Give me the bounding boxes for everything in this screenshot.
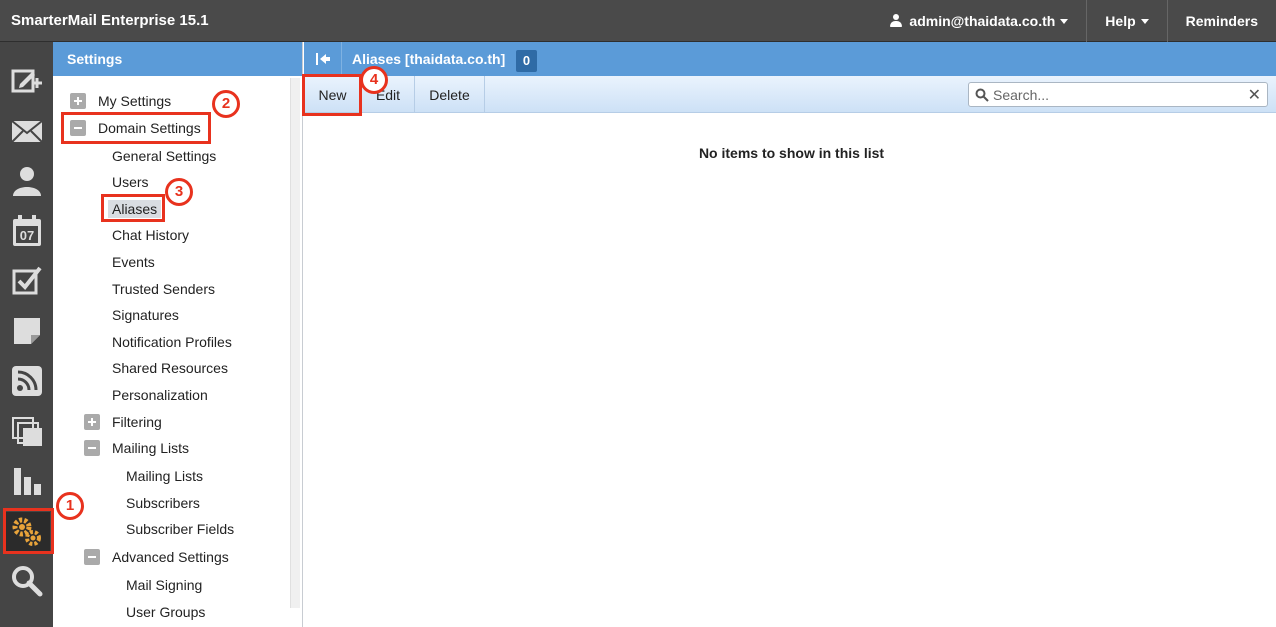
tasks-icon[interactable] bbox=[8, 262, 45, 299]
chevron-down-icon bbox=[1140, 18, 1149, 24]
help-label: Help bbox=[1105, 13, 1136, 29]
reports-icon[interactable] bbox=[8, 462, 45, 499]
collapse-icon[interactable] bbox=[84, 440, 100, 456]
tree-item-signatures[interactable]: Signatures bbox=[112, 307, 179, 323]
highlight-settings bbox=[3, 508, 54, 554]
mail-icon[interactable] bbox=[8, 112, 45, 149]
tree-item-my-settings[interactable]: My Settings bbox=[98, 93, 171, 109]
delete-button[interactable]: Delete bbox=[415, 76, 485, 113]
compose-icon[interactable] bbox=[8, 62, 45, 99]
page-title: Aliases [thaidata.co.th] bbox=[352, 51, 506, 67]
tree-item-mail-signing[interactable]: Mail Signing bbox=[126, 577, 202, 593]
tree-item-notification-profiles[interactable]: Notification Profiles bbox=[112, 334, 232, 350]
top-menu: admin@thaidata.co.th Help Reminders bbox=[871, 0, 1276, 42]
user-icon bbox=[889, 14, 903, 28]
toolbar: New Edit Delete ✕ bbox=[304, 76, 1276, 113]
step-marker-1: 1 bbox=[56, 492, 84, 520]
user-menu[interactable]: admin@thaidata.co.th bbox=[871, 0, 1086, 42]
empty-list-message: No items to show in this list bbox=[698, 145, 885, 161]
tree-item-personalization[interactable]: Personalization bbox=[112, 387, 208, 403]
expand-icon[interactable] bbox=[70, 93, 86, 109]
rss-icon[interactable] bbox=[8, 362, 45, 399]
tree-item-chat-history[interactable]: Chat History bbox=[112, 227, 189, 243]
tree-item-trusted-senders[interactable]: Trusted Senders bbox=[112, 281, 215, 297]
tree-item-user-groups[interactable]: User Groups bbox=[126, 604, 205, 620]
tree-item-filtering[interactable]: Filtering bbox=[112, 414, 162, 430]
app-title: SmarterMail Enterprise 15.1 bbox=[11, 12, 209, 29]
tree-item-mailing-lists-group[interactable]: Mailing Lists bbox=[112, 440, 189, 456]
top-bar: SmarterMail Enterprise 15.1 admin@thaida… bbox=[0, 0, 1276, 42]
search-box: ✕ bbox=[968, 82, 1268, 107]
search-icon[interactable] bbox=[8, 562, 45, 599]
help-menu[interactable]: Help bbox=[1086, 0, 1166, 42]
tree-item-general-settings[interactable]: General Settings bbox=[112, 148, 216, 164]
main-header: Aliases [thaidata.co.th] 0 bbox=[304, 42, 1276, 76]
search-icon bbox=[975, 88, 989, 102]
collapse-panel-button[interactable] bbox=[304, 42, 342, 76]
search-input[interactable] bbox=[993, 86, 1243, 103]
step-marker-3: 3 bbox=[165, 178, 193, 206]
highlight-new-button bbox=[302, 74, 362, 116]
chevron-down-icon bbox=[1060, 18, 1069, 24]
item-count-badge: 0 bbox=[516, 50, 537, 72]
calendar-icon[interactable]: 07 bbox=[8, 212, 45, 249]
tree-item-mailing-lists[interactable]: Mailing Lists bbox=[126, 468, 203, 484]
tree-item-subscriber-fields[interactable]: Subscriber Fields bbox=[126, 521, 234, 537]
user-email: admin@thaidata.co.th bbox=[909, 13, 1056, 29]
collapse-left-icon bbox=[315, 53, 330, 65]
clear-search-icon[interactable]: ✕ bbox=[1248, 85, 1261, 105]
tree-item-users[interactable]: Users bbox=[112, 174, 149, 190]
tree-item-advanced-settings[interactable]: Advanced Settings bbox=[112, 549, 229, 565]
step-marker-4: 4 bbox=[360, 66, 388, 94]
collapse-icon[interactable] bbox=[84, 549, 100, 565]
contacts-icon[interactable] bbox=[8, 162, 45, 199]
tree-item-shared-resources[interactable]: Shared Resources bbox=[112, 360, 228, 376]
highlight-domain-settings bbox=[61, 112, 211, 144]
tree-scrollbar[interactable] bbox=[290, 78, 300, 608]
files-icon[interactable] bbox=[8, 412, 45, 449]
reminders-button[interactable]: Reminders bbox=[1166, 0, 1276, 42]
tree-item-subscribers[interactable]: Subscribers bbox=[126, 495, 200, 511]
tree-header: Settings bbox=[53, 42, 302, 76]
calendar-day: 07 bbox=[19, 228, 33, 243]
notes-icon[interactable] bbox=[8, 312, 45, 349]
highlight-aliases bbox=[101, 194, 165, 222]
tree-item-events[interactable]: Events bbox=[112, 254, 155, 270]
expand-icon[interactable] bbox=[84, 414, 100, 430]
step-marker-2: 2 bbox=[212, 90, 240, 118]
